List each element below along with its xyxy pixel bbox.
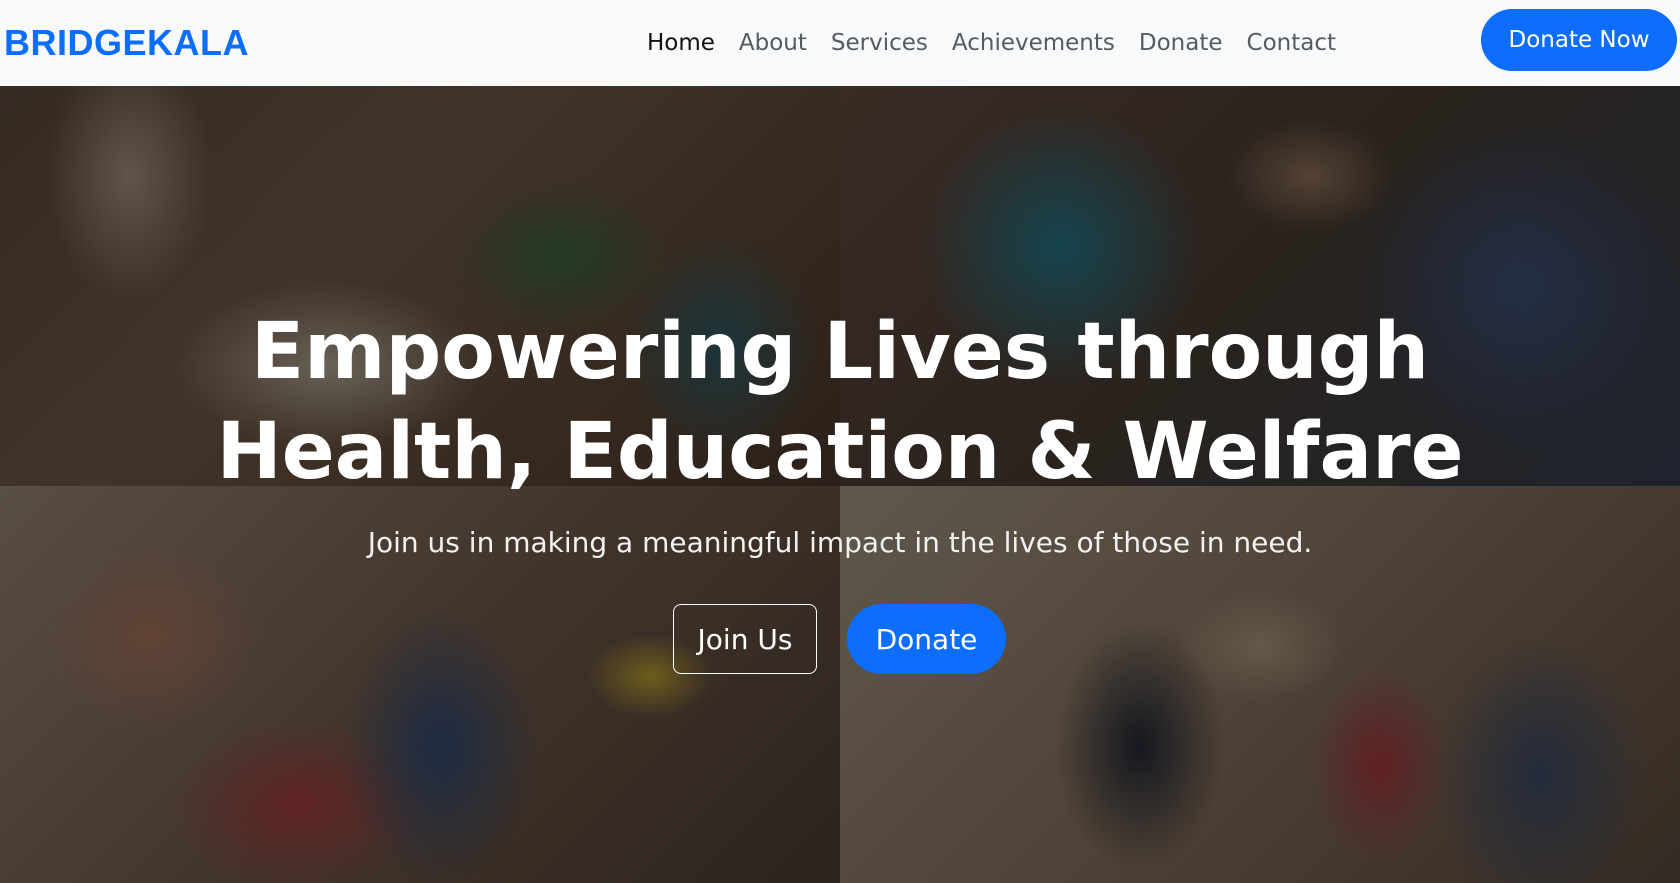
donate-now-button[interactable]: Donate Now xyxy=(1481,9,1677,71)
nav-item-donate[interactable]: Donate xyxy=(1139,30,1223,56)
donate-button[interactable]: Donate xyxy=(847,604,1006,674)
hero-content: Empowering Lives through Health, Educati… xyxy=(0,86,1680,883)
navbar: BRIDGEKALA Home About Services Achieveme… xyxy=(0,0,1680,86)
nav-item-services[interactable]: Services xyxy=(831,30,928,56)
hero-subtitle: Join us in making a meaningful impact in… xyxy=(367,526,1313,559)
nav-item-about[interactable]: About xyxy=(739,30,807,56)
hero-section: Empowering Lives through Health, Educati… xyxy=(0,86,1680,883)
nav-item-achievements[interactable]: Achievements xyxy=(952,30,1115,56)
nav-item-home[interactable]: Home xyxy=(647,30,715,56)
brand-logo[interactable]: BRIDGEKALA xyxy=(4,22,249,64)
hero-title: Empowering Lives through Health, Educati… xyxy=(140,302,1540,502)
join-us-button[interactable]: Join Us xyxy=(673,604,817,674)
nav-links: Home About Services Achievements Donate … xyxy=(647,0,1336,86)
hero-title-line-2: Health, Education & Welfare xyxy=(216,407,1464,497)
nav-item-contact[interactable]: Contact xyxy=(1247,30,1336,56)
hero-title-line-1: Empowering Lives through xyxy=(250,307,1430,397)
